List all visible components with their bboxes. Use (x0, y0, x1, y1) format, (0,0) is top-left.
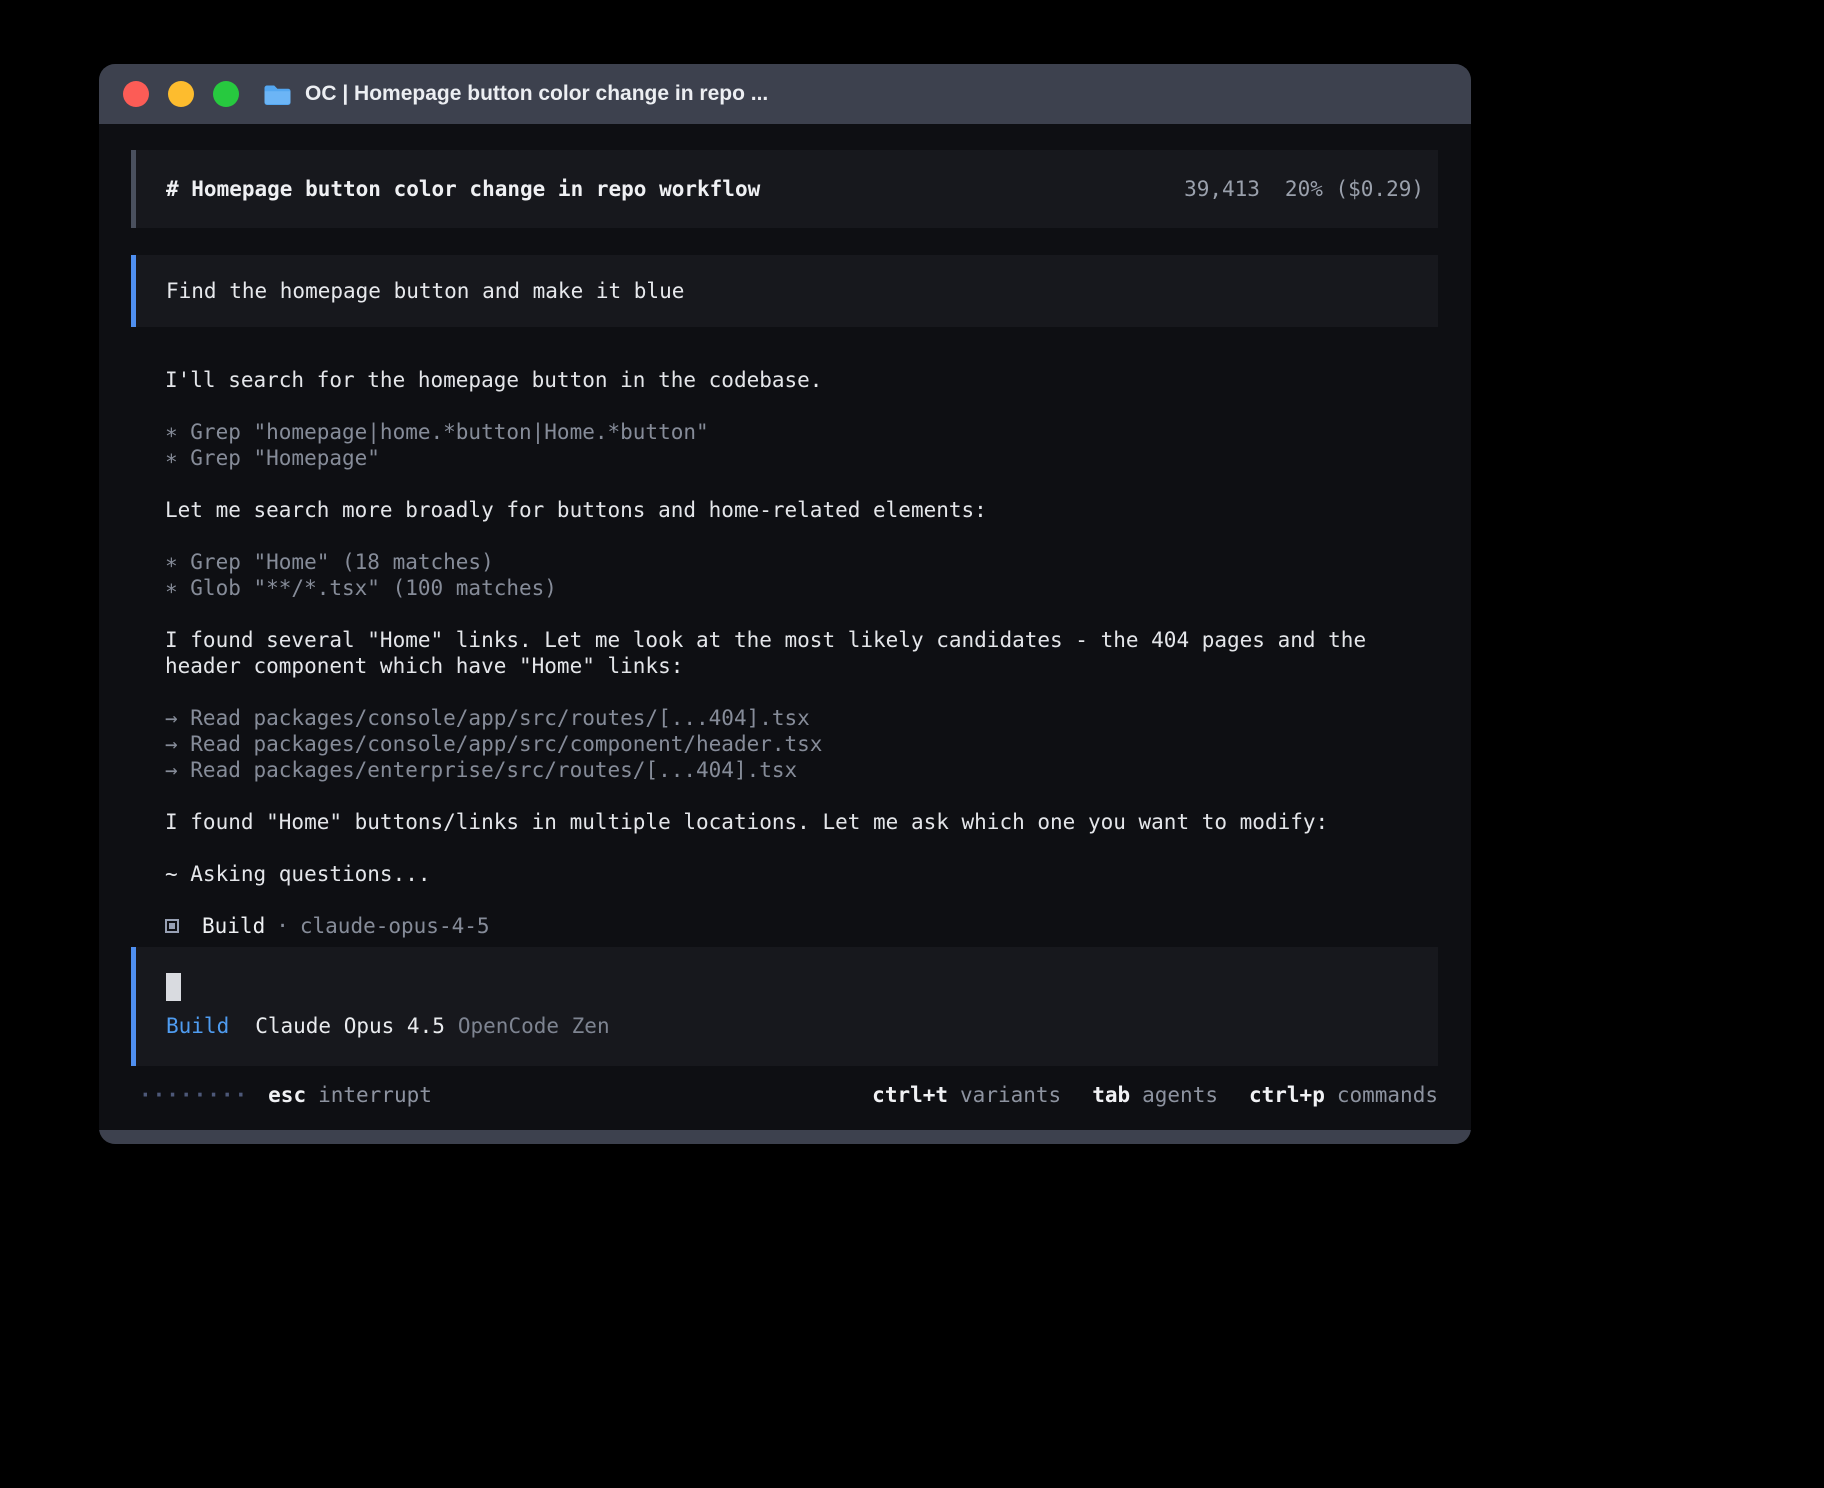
provider-name: OpenCode Zen (458, 1013, 610, 1039)
shortcut-commands: ctrl+p commands (1249, 1082, 1438, 1108)
prompt-input[interactable]: Build Claude Opus 4.5 OpenCode Zen (131, 947, 1438, 1066)
agent-separator: · (276, 913, 289, 939)
tool-call-block: → Read packages/console/app/src/routes/[… (165, 705, 1438, 783)
input-meta: Build Claude Opus 4.5 OpenCode Zen (166, 1013, 1438, 1039)
traffic-lights (123, 81, 239, 107)
shortcut-label: commands (1337, 1082, 1438, 1108)
title-wrap: OC | Homepage button color change in rep… (263, 82, 768, 106)
session-header: # Homepage button color change in repo w… (131, 150, 1438, 228)
window-title: OC | Homepage button color change in rep… (305, 82, 768, 106)
close-button[interactable] (123, 81, 149, 107)
terminal-content: # Homepage button color change in repo w… (99, 124, 1471, 1130)
shortcut-key: ctrl+p (1249, 1082, 1325, 1108)
assistant-text-line: Let me search more broadly for buttons a… (165, 497, 1438, 523)
shortcut-label: variants (960, 1082, 1061, 1108)
assistant-text-line: ~ Asking questions... (165, 861, 1438, 887)
assistant-text-line: I'll search for the homepage button in t… (165, 367, 1438, 393)
agent-model: claude-opus-4-5 (300, 913, 490, 939)
user-message-text: Find the homepage button and make it blu… (166, 278, 684, 304)
user-message: Find the homepage button and make it blu… (131, 255, 1438, 327)
assistant-text-block: I found several "Home" links. Let me loo… (165, 627, 1438, 679)
tool-call-line: → Read packages/console/app/src/componen… (165, 731, 1438, 757)
assistant-text-line: I found several "Home" links. Let me loo… (165, 627, 1438, 679)
tool-call-line: → Read packages/enterprise/src/routes/[.… (165, 757, 1438, 783)
session-stats: 39,413 20% ($0.29) (1184, 176, 1424, 202)
shortcut-key: ctrl+t (872, 1082, 948, 1108)
assistant-text-block: I'll search for the homepage button in t… (165, 367, 1438, 393)
shortcut-label: agents (1142, 1082, 1218, 1108)
assistant-text-block: ~ Asking questions... (165, 861, 1438, 887)
window-bottom-edge (99, 1130, 1471, 1144)
token-count: 39,413 (1184, 176, 1260, 202)
tool-call-line: ∗ Grep "homepage|home.*button|Home.*butt… (165, 419, 1438, 445)
minimize-button[interactable] (168, 81, 194, 107)
session-title: # Homepage button color change in repo w… (166, 176, 760, 202)
agent-name: Build (202, 913, 265, 939)
esc-key-hint: esc (268, 1082, 306, 1108)
shortcut-agents: tab agents (1092, 1082, 1218, 1108)
status-bar: ········ esc interrupt ctrl+t variants tab… (131, 1082, 1438, 1108)
tool-call-line: ∗ Grep "Home" (18 matches) (165, 549, 1438, 575)
conversation: I'll search for the homepage button in t… (131, 367, 1438, 913)
mode-badge: Build (166, 1013, 229, 1039)
text-cursor (166, 973, 181, 1001)
assistant-text-line: I found "Home" buttons/links in multiple… (165, 809, 1438, 835)
tool-call-block: ∗ Grep "Home" (18 matches)∗ Glob "**/*.t… (165, 549, 1438, 601)
zoom-button[interactable] (213, 81, 239, 107)
shortcut-hints: ctrl+t variants tab agents ctrl+p commands (872, 1082, 1438, 1108)
assistant-text-block: I found "Home" buttons/links in multiple… (165, 809, 1438, 835)
shortcut-variants: ctrl+t variants (872, 1082, 1061, 1108)
agent-status-row: Build · claude-opus-4-5 (131, 913, 1438, 939)
terminal-window: OC | Homepage button color change in rep… (99, 64, 1471, 1144)
interrupt-label: interrupt (318, 1082, 432, 1108)
tool-call-line: ∗ Glob "**/*.tsx" (100 matches) (165, 575, 1438, 601)
progress-dots: ········ (139, 1082, 248, 1108)
tool-call-block: ∗ Grep "homepage|home.*button|Home.*butt… (165, 419, 1438, 471)
window-titlebar: OC | Homepage button color change in rep… (99, 64, 1471, 124)
assistant-text-block: Let me search more broadly for buttons a… (165, 497, 1438, 523)
context-usage: 20% ($0.29) (1285, 176, 1424, 202)
model-name: Claude Opus 4.5 (255, 1013, 445, 1039)
folder-icon (263, 83, 292, 106)
tool-call-line: → Read packages/console/app/src/routes/[… (165, 705, 1438, 731)
agent-icon (165, 919, 179, 933)
shortcut-key: tab (1092, 1082, 1130, 1108)
tool-call-line: ∗ Grep "Homepage" (165, 445, 1438, 471)
